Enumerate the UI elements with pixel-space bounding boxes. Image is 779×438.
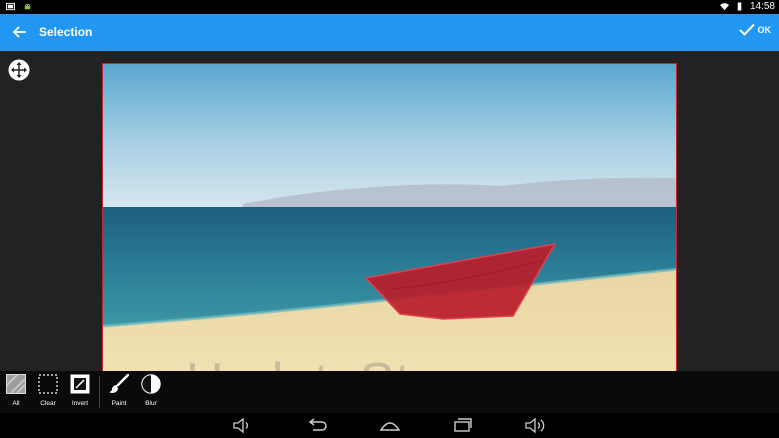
move-pan-icon[interactable]: [8, 59, 30, 81]
selection-image-canvas[interactable]: [102, 63, 677, 385]
select-all-icon: [5, 373, 27, 395]
back-arrow-icon[interactable]: [10, 22, 30, 42]
status-bar: 14:58: [0, 0, 779, 14]
home-nav-icon[interactable]: [379, 417, 401, 434]
system-nav-bar: [0, 413, 779, 438]
ok-label: OK: [757, 25, 772, 35]
wifi-icon: [719, 3, 729, 11]
invert-selection-button[interactable]: Invert: [66, 374, 94, 407]
clear-selection-button[interactable]: Clear: [34, 374, 62, 407]
blur-icon: [141, 374, 161, 394]
blur-button[interactable]: Blur: [137, 374, 165, 407]
back-nav-icon[interactable]: [306, 417, 328, 434]
gallery-notification-icon: [6, 2, 15, 11]
selection-toolbar: All Clear Invert Paint Blur: [0, 371, 779, 413]
beach-photo: [103, 64, 676, 384]
clear-selection-icon: [38, 374, 58, 394]
ok-button[interactable]: OK: [738, 23, 772, 37]
tool-label-blur: Blur: [145, 400, 157, 407]
tool-label-all: All: [12, 400, 20, 407]
paint-brush-icon: [109, 373, 130, 393]
toolbar-divider: [99, 376, 100, 408]
app-bar: Selection OK: [0, 14, 779, 51]
tool-label-invert: Invert: [71, 400, 89, 407]
select-all-button[interactable]: All: [2, 373, 30, 407]
checkmark-icon: [738, 23, 755, 36]
tool-label-paint: Paint: [111, 400, 127, 407]
battery-icon: [737, 2, 742, 11]
volume-down-icon[interactable]: [231, 417, 253, 434]
recent-apps-icon[interactable]: [452, 417, 474, 434]
paint-button[interactable]: Paint: [105, 373, 133, 407]
status-time: 14:58: [749, 1, 775, 12]
invert-selection-icon: [70, 374, 90, 394]
editor-workspace: [0, 51, 779, 385]
volume-up-icon[interactable]: [524, 417, 546, 434]
android-notification-icon: [24, 3, 31, 10]
tool-label-clear: Clear: [40, 400, 56, 407]
page-title: Selection: [39, 25, 93, 39]
